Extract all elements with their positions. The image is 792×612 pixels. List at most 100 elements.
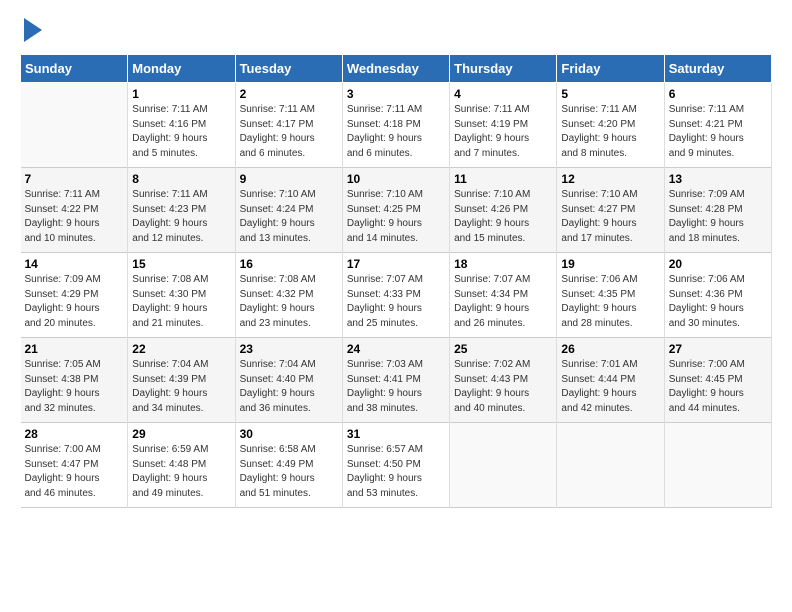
day-info: Sunrise: 7:06 AMSunset: 4:36 PMDaylight:… (669, 273, 767, 331)
calendar-cell: 26 Sunrise: 7:01 AMSunset: 4:44 PMDayligh… (557, 338, 664, 423)
day-number: 12 (561, 172, 659, 186)
calendar-cell: 5 Sunrise: 7:11 AMSunset: 4:20 PMDaylight… (557, 83, 664, 168)
calendar-cell: 22 Sunrise: 7:04 AMSunset: 4:39 PMDayligh… (128, 338, 235, 423)
week-row-1: 1 Sunrise: 7:11 AMSunset: 4:16 PMDaylight… (21, 83, 772, 168)
day-number: 6 (669, 87, 767, 101)
calendar-cell: 6Sunrise: 7:11 AMSunset: 4:21 PMDaylight… (664, 83, 771, 168)
calendar-cell: 11 Sunrise: 7:10 AMSunset: 4:26 PMDayligh… (450, 168, 557, 253)
day-info: Sunrise: 7:07 AMSunset: 4:34 PMDaylight:… (454, 273, 552, 331)
day-info: Sunrise: 7:08 AMSunset: 4:32 PMDaylight:… (240, 273, 338, 331)
day-number: 1 (132, 87, 230, 101)
header (20, 16, 772, 44)
day-info: Sunrise: 7:11 AMSunset: 4:22 PMDaylight:… (25, 188, 124, 246)
day-number: 25 (454, 342, 552, 356)
day-info: Sunrise: 7:10 AMSunset: 4:26 PMDaylight:… (454, 188, 552, 246)
calendar-cell (450, 423, 557, 508)
calendar-cell: 16Sunrise: 7:08 AMSunset: 4:32 PMDayligh… (235, 253, 342, 338)
day-number: 26 (561, 342, 659, 356)
day-number: 15 (132, 257, 230, 271)
calendar-cell: 8 Sunrise: 7:11 AMSunset: 4:23 PMDaylight… (128, 168, 235, 253)
day-info: Sunrise: 7:10 AMSunset: 4:27 PMDaylight:… (561, 188, 659, 246)
calendar-cell: 20 Sunrise: 7:06 AMSunset: 4:36 PMDayligh… (664, 253, 771, 338)
weekday-header-tuesday: Tuesday (235, 55, 342, 83)
calendar-cell: 30 Sunrise: 6:58 AMSunset: 4:49 PMDayligh… (235, 423, 342, 508)
day-info: Sunrise: 7:05 AMSunset: 4:38 PMDaylight:… (25, 358, 124, 416)
day-info: Sunrise: 7:11 AMSunset: 4:23 PMDaylight:… (132, 188, 230, 246)
day-number: 27 (669, 342, 767, 356)
day-number: 11 (454, 172, 552, 186)
day-info: Sunrise: 7:00 AMSunset: 4:45 PMDaylight:… (669, 358, 767, 416)
day-number: 4 (454, 87, 552, 101)
logo (20, 16, 44, 44)
calendar-cell: 13 Sunrise: 7:09 AMSunset: 4:28 PMDayligh… (664, 168, 771, 253)
day-info: Sunrise: 7:11 AMSunset: 4:20 PMDaylight:… (561, 103, 659, 161)
week-row-5: 28 Sunrise: 7:00 AMSunset: 4:47 PMDayligh… (21, 423, 772, 508)
day-number: 5 (561, 87, 659, 101)
weekday-header-wednesday: Wednesday (342, 55, 449, 83)
calendar-cell: 14 Sunrise: 7:09 AMSunset: 4:29 PMDayligh… (21, 253, 128, 338)
calendar-cell (664, 423, 771, 508)
calendar-cell: 15Sunrise: 7:08 AMSunset: 4:30 PMDayligh… (128, 253, 235, 338)
day-number: 20 (669, 257, 767, 271)
day-number: 7 (25, 172, 124, 186)
day-info: Sunrise: 7:00 AMSunset: 4:47 PMDaylight:… (25, 443, 124, 501)
logo-icon (22, 16, 44, 44)
calendar-cell: 19 Sunrise: 7:06 AMSunset: 4:35 PMDayligh… (557, 253, 664, 338)
day-info: Sunrise: 7:09 AMSunset: 4:28 PMDaylight:… (669, 188, 767, 246)
calendar-cell: 25Sunrise: 7:02 AMSunset: 4:43 PMDayligh… (450, 338, 557, 423)
day-info: Sunrise: 7:06 AMSunset: 4:35 PMDaylight:… (561, 273, 659, 331)
calendar-cell: 24 Sunrise: 7:03 AMSunset: 4:41 PMDayligh… (342, 338, 449, 423)
calendar-cell: 27 Sunrise: 7:00 AMSunset: 4:45 PMDayligh… (664, 338, 771, 423)
weekday-header-saturday: Saturday (664, 55, 771, 83)
day-number: 24 (347, 342, 445, 356)
day-info: Sunrise: 7:07 AMSunset: 4:33 PMDaylight:… (347, 273, 445, 331)
weekday-header-sunday: Sunday (21, 55, 128, 83)
calendar-cell: 2 Sunrise: 7:11 AMSunset: 4:17 PMDaylight… (235, 83, 342, 168)
day-number: 30 (240, 427, 338, 441)
day-info: Sunrise: 7:10 AMSunset: 4:25 PMDaylight:… (347, 188, 445, 246)
day-number: 22 (132, 342, 230, 356)
calendar-cell: 10 Sunrise: 7:10 AMSunset: 4:25 PMDayligh… (342, 168, 449, 253)
weekday-header-row: SundayMondayTuesdayWednesdayThursdayFrid… (21, 55, 772, 83)
day-info: Sunrise: 7:11 AMSunset: 4:17 PMDaylight:… (240, 103, 338, 161)
day-number: 13 (669, 172, 767, 186)
day-number: 3 (347, 87, 445, 101)
calendar-cell: 12 Sunrise: 7:10 AMSunset: 4:27 PMDayligh… (557, 168, 664, 253)
week-row-4: 21 Sunrise: 7:05 AMSunset: 4:38 PMDayligh… (21, 338, 772, 423)
day-number: 2 (240, 87, 338, 101)
day-number: 21 (25, 342, 124, 356)
day-info: Sunrise: 6:58 AMSunset: 4:49 PMDaylight:… (240, 443, 338, 501)
day-number: 10 (347, 172, 445, 186)
calendar-cell: 1 Sunrise: 7:11 AMSunset: 4:16 PMDaylight… (128, 83, 235, 168)
day-number: 28 (25, 427, 124, 441)
day-number: 8 (132, 172, 230, 186)
day-number: 18 (454, 257, 552, 271)
calendar-cell: 7 Sunrise: 7:11 AMSunset: 4:22 PMDaylight… (21, 168, 128, 253)
calendar-cell: 21 Sunrise: 7:05 AMSunset: 4:38 PMDayligh… (21, 338, 128, 423)
day-info: Sunrise: 7:04 AMSunset: 4:39 PMDaylight:… (132, 358, 230, 416)
day-info: Sunrise: 7:10 AMSunset: 4:24 PMDaylight:… (240, 188, 338, 246)
calendar-cell: 28 Sunrise: 7:00 AMSunset: 4:47 PMDayligh… (21, 423, 128, 508)
day-info: Sunrise: 7:04 AMSunset: 4:40 PMDaylight:… (240, 358, 338, 416)
day-info: Sunrise: 6:59 AMSunset: 4:48 PMDaylight:… (132, 443, 230, 501)
day-number: 31 (347, 427, 445, 441)
calendar-cell (557, 423, 664, 508)
calendar-cell: 4 Sunrise: 7:11 AMSunset: 4:19 PMDaylight… (450, 83, 557, 168)
day-number: 9 (240, 172, 338, 186)
day-info: Sunrise: 7:01 AMSunset: 4:44 PMDaylight:… (561, 358, 659, 416)
day-number: 19 (561, 257, 659, 271)
day-number: 29 (132, 427, 230, 441)
day-number: 14 (25, 257, 124, 271)
calendar-cell: 31 Sunrise: 6:57 AMSunset: 4:50 PMDayligh… (342, 423, 449, 508)
calendar-cell (21, 83, 128, 168)
day-info: Sunrise: 7:11 AMSunset: 4:19 PMDaylight:… (454, 103, 552, 161)
calendar-cell: 29 Sunrise: 6:59 AMSunset: 4:48 PMDayligh… (128, 423, 235, 508)
weekday-header-friday: Friday (557, 55, 664, 83)
day-info: Sunrise: 6:57 AMSunset: 4:50 PMDaylight:… (347, 443, 445, 501)
calendar-cell: 17Sunrise: 7:07 AMSunset: 4:33 PMDayligh… (342, 253, 449, 338)
day-info: Sunrise: 7:03 AMSunset: 4:41 PMDaylight:… (347, 358, 445, 416)
day-info: Sunrise: 7:09 AMSunset: 4:29 PMDaylight:… (25, 273, 124, 331)
calendar-cell: 18 Sunrise: 7:07 AMSunset: 4:34 PMDayligh… (450, 253, 557, 338)
day-info: Sunrise: 7:11 AMSunset: 4:16 PMDaylight:… (132, 103, 230, 161)
calendar-cell: 3Sunrise: 7:11 AMSunset: 4:18 PMDaylight… (342, 83, 449, 168)
